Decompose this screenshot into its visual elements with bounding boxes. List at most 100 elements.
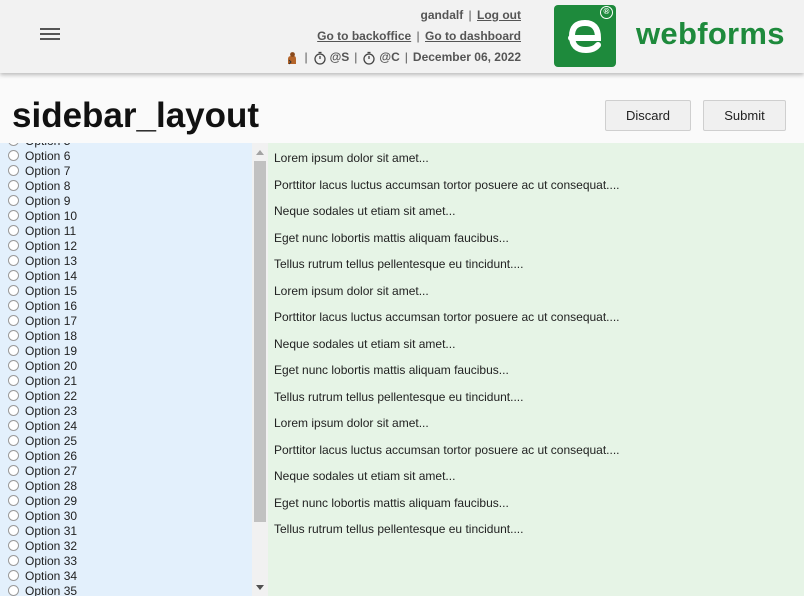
radio-option-label: Option 21 [25,373,78,388]
radio-option[interactable]: Option 10 [0,208,252,223]
radio-button[interactable] [8,525,19,536]
radio-option[interactable]: Option 17 [0,313,252,328]
radio-button[interactable] [8,510,19,521]
backoffice-link[interactable]: Go to backoffice [317,29,411,43]
radio-button[interactable] [8,143,19,146]
radio-option-label: Option 12 [25,238,78,253]
radio-option-label: Option 27 [25,463,78,478]
radio-option[interactable]: Option 21 [0,373,252,388]
radio-button[interactable] [8,420,19,431]
radio-option[interactable]: Option 8 [0,178,252,193]
radio-option[interactable]: Option 34 [0,568,252,583]
scroll-thumb[interactable] [254,161,266,522]
radio-button[interactable] [8,375,19,386]
content-paragraph: Porttitor lacus luctus accumsan tortor p… [274,442,620,457]
radio-option-label: Option 5 [25,143,70,148]
radio-button[interactable] [8,195,19,206]
radio-option[interactable]: Option 9 [0,193,252,208]
brand-name[interactable]: webforms [636,16,785,52]
radio-button[interactable] [8,555,19,566]
radio-option[interactable]: Option 12 [0,238,252,253]
radio-button[interactable] [8,360,19,371]
radio-button[interactable] [8,210,19,221]
radio-button[interactable] [8,180,19,191]
radio-option[interactable]: Option 28 [0,478,252,493]
radio-option[interactable]: Option 26 [0,448,252,463]
content-paragraph: Neque sodales ut etiam sit amet... [274,469,456,483]
status-s: @S [329,50,350,64]
radio-option[interactable]: Option 25 [0,433,252,448]
radio-option[interactable]: Option 19 [0,343,252,358]
radio-option[interactable]: Option 23 [0,403,252,418]
radio-option[interactable]: Option 16 [0,298,252,313]
radio-button[interactable] [8,315,19,326]
radio-button[interactable] [8,165,19,176]
radio-button[interactable] [8,240,19,251]
radio-button[interactable] [8,465,19,476]
radio-option-label: Option 26 [25,448,78,463]
content-paragraph: Porttitor lacus luctus accumsan tortor p… [274,310,620,324]
timer-icon [363,51,376,65]
radio-button[interactable] [8,585,19,596]
radio-option-label: Option 34 [25,568,78,583]
radio-option[interactable]: Option 14 [0,268,252,283]
radio-button[interactable] [8,435,19,446]
hamburger-menu-icon[interactable] [40,26,60,42]
logout-link[interactable]: Log out [477,8,521,22]
radio-option-label: Option 30 [25,508,78,523]
radio-option[interactable]: Option 22 [0,388,252,403]
radio-option-label: Option 10 [25,208,78,223]
radio-option-label: Option 14 [25,268,78,283]
radio-option-label: Option 24 [25,418,78,433]
radio-option[interactable]: Option 30 [0,508,252,523]
radio-button[interactable] [8,255,19,266]
user-icon [288,51,297,64]
radio-option[interactable]: Option 18 [0,328,252,343]
radio-option[interactable]: Option 27 [0,463,252,478]
radio-button[interactable] [8,570,19,581]
dashboard-link[interactable]: Go to dashboard [425,29,521,43]
radio-button[interactable] [8,345,19,356]
radio-button[interactable] [8,330,19,341]
status-c: @C [379,50,400,64]
radio-option[interactable]: Option 6 [0,148,252,163]
radio-button[interactable] [8,285,19,296]
radio-button[interactable] [8,270,19,281]
radio-option-label: Option 17 [25,313,78,328]
radio-option[interactable]: Option 20 [0,358,252,373]
content-paragraph: Neque sodales ut etiam sit amet... [274,336,456,351]
scroll-up-icon[interactable] [256,150,264,155]
sidebar-scrollbar[interactable] [252,143,268,596]
radio-button[interactable] [8,390,19,401]
radio-option[interactable]: Option 24 [0,418,252,433]
radio-option[interactable]: Option 32 [0,538,252,553]
submit-button[interactable]: Submit [703,100,786,131]
radio-option[interactable]: Option 35 [0,583,252,596]
radio-option[interactable]: Option 31 [0,523,252,538]
radio-option-label: Option 16 [25,298,78,313]
radio-option-label: Option 18 [25,328,78,343]
content-paragraph: Tellus rutrum tellus pellentesque eu tin… [274,522,524,536]
radio-button[interactable] [8,495,19,506]
option-list: Option 5Option 6Option 7Option 8Option 9… [0,143,252,596]
radio-button[interactable] [8,450,19,461]
radio-option[interactable]: Option 11 [0,223,252,238]
radio-button[interactable] [8,480,19,491]
radio-button[interactable] [8,405,19,416]
radio-button[interactable] [8,300,19,311]
content-paragraph: Lorem ipsum dolor sit amet... [274,283,429,298]
radio-option[interactable]: Option 7 [0,163,252,178]
discard-button[interactable]: Discard [605,100,691,131]
radio-option[interactable]: Option 29 [0,493,252,508]
radio-option[interactable]: Option 33 [0,553,252,568]
content-paragraph: Tellus rutrum tellus pellentesque eu tin… [274,257,524,271]
radio-option-label: Option 15 [25,283,78,298]
radio-option[interactable]: Option 13 [0,253,252,268]
radio-button[interactable] [8,225,19,236]
content-paragraph: Tellus rutrum tellus pellentesque eu tin… [274,389,524,404]
radio-button[interactable] [8,540,19,551]
radio-option[interactable]: Option 15 [0,283,252,298]
radio-button[interactable] [8,150,19,161]
content-paragraph: Porttitor lacus luctus accumsan tortor p… [274,177,620,192]
scroll-down-icon[interactable] [256,585,264,590]
